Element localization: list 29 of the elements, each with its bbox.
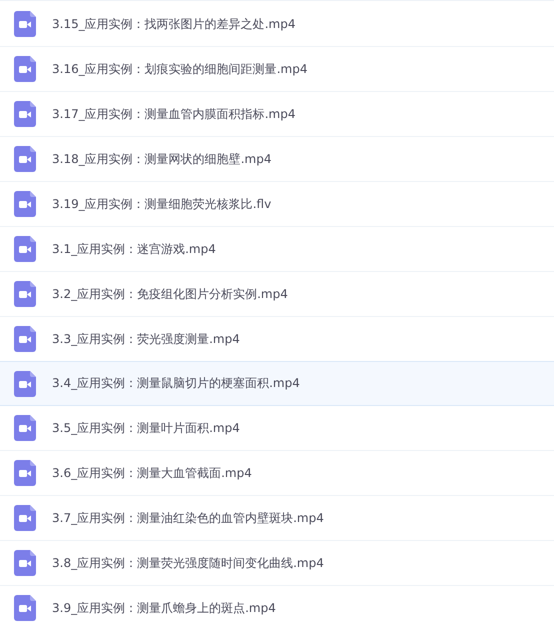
video-file-icon (14, 146, 36, 172)
video-file-icon (14, 415, 36, 441)
video-file-icon (14, 460, 36, 486)
video-file-icon (14, 281, 36, 307)
file-row[interactable]: 3.4_应用实例：测量鼠脑切片的梗塞面积.mp4 (0, 361, 554, 406)
file-name: 3.17_应用实例：测量血管内膜面积指标.mp4 (52, 106, 296, 122)
file-name: 3.3_应用实例：荧光强度测量.mp4 (52, 330, 240, 348)
file-name: 3.8_应用实例：测量荧光强度随时间变化曲线.mp4 (52, 554, 324, 572)
video-file-icon (14, 191, 36, 217)
file-name: 3.15_应用实例：找两张图片的差异之处.mp4 (52, 16, 296, 32)
file-name: 3.2_应用实例：免疫组化图片分析实例.mp4 (52, 286, 288, 302)
file-name: 3.7_应用实例：测量油红染色的血管内壁斑块.mp4 (52, 510, 324, 526)
video-file-icon (14, 505, 36, 531)
file-name: 3.1_应用实例：迷宫游戏.mp4 (52, 240, 216, 258)
video-file-icon (14, 595, 36, 621)
file-name: 3.6_应用实例：测量大血管截面.mp4 (52, 464, 252, 482)
video-file-icon (14, 370, 36, 396)
file-name: 3.4_应用实例：测量鼠脑切片的梗塞面积.mp4 (52, 375, 300, 392)
video-file-icon (14, 550, 36, 576)
video-file-icon (14, 326, 36, 352)
file-name: 3.19_应用实例：测量细胞荧光核浆比.flv (52, 196, 272, 212)
file-name: 3.18_应用实例：测量网状的细胞壁.mp4 (52, 150, 272, 168)
file-name: 3.5_应用实例：测量叶片面积.mp4 (52, 420, 240, 436)
file-name: 3.16_应用实例：划痕实验的细胞间距测量.mp4 (52, 60, 308, 78)
video-file-icon (14, 236, 36, 262)
video-file-icon (14, 101, 36, 127)
file-name: 3.9_应用实例：测量爪蟾身上的斑点.mp4 (52, 600, 276, 616)
video-file-icon (14, 56, 36, 82)
video-file-icon (14, 11, 36, 37)
